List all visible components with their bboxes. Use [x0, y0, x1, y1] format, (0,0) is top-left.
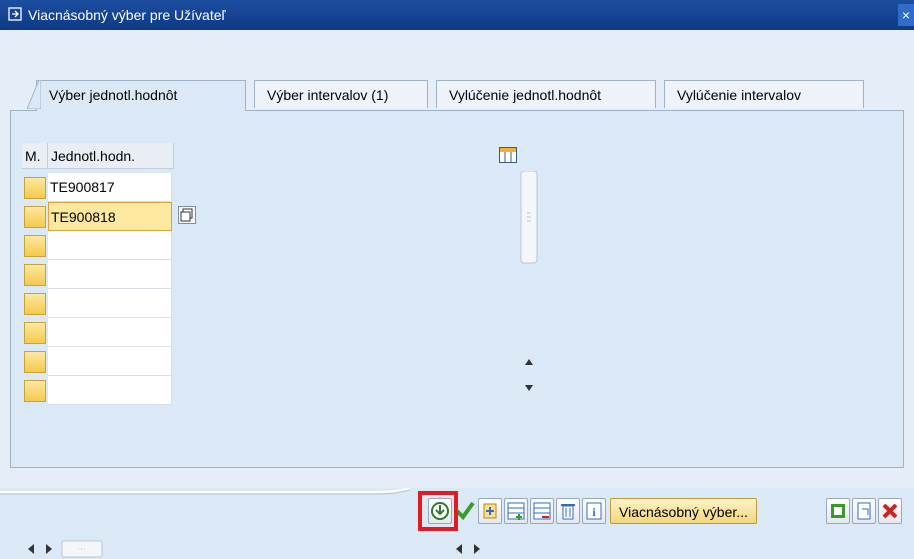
cancel-icon [882, 503, 898, 519]
delete-row-button[interactable] [530, 498, 554, 524]
value-cell[interactable] [48, 347, 172, 376]
table-row [22, 289, 174, 318]
row-selector[interactable] [24, 235, 46, 257]
value-cell[interactable] [48, 289, 172, 318]
window-titlebar: Viacnásobný výber pre Užívateľ × [0, 0, 914, 30]
highlight-box [418, 491, 458, 531]
close-button[interactable]: × [898, 4, 914, 26]
add-row-icon [507, 502, 525, 520]
value-column-header[interactable]: Jednotl.hodn. [48, 143, 174, 169]
select-column-header: M. [22, 143, 48, 169]
vertical-scrollbar[interactable] [519, 170, 539, 401]
scroll-up-icon [525, 359, 533, 365]
tab-single-values-label: Výber jednotl.hodnôt [49, 87, 178, 103]
horizontal-scrollbar-left[interactable] [22, 539, 492, 559]
table-row [22, 376, 174, 405]
insert-line-icon [483, 503, 497, 519]
table-row [22, 231, 174, 260]
row-selector[interactable] [24, 177, 46, 199]
column-settings-icon[interactable] [499, 147, 517, 163]
tab-exclude-ranges-label: Vylúčenie intervalov [677, 87, 801, 103]
info-icon: i [586, 502, 602, 520]
tab-ranges[interactable]: Výber intervalov (1) [254, 80, 428, 108]
insert-line-button[interactable] [478, 498, 502, 524]
row-selector[interactable] [24, 322, 46, 344]
table-row [22, 260, 174, 289]
value-cell[interactable] [48, 231, 172, 260]
row-selector[interactable] [24, 293, 46, 315]
trash-icon [561, 504, 575, 520]
cancel-button[interactable] [878, 498, 902, 524]
row-selector[interactable] [24, 264, 46, 286]
table-row: TE900817 [22, 173, 174, 202]
add-row-button[interactable] [504, 498, 528, 524]
window-icon [8, 7, 22, 21]
import-button[interactable] [852, 498, 876, 524]
table-row: TE900818 [22, 202, 174, 231]
import-icon [857, 502, 871, 520]
scroll-down-icon [525, 385, 533, 391]
tab-exclude-ranges[interactable]: Vylúčenie intervalov [664, 80, 864, 108]
row-selector[interactable] [24, 351, 46, 373]
value-cell[interactable]: TE900817 [48, 173, 172, 202]
value-cell[interactable] [48, 376, 172, 405]
copy-icon [831, 504, 845, 518]
delete-row-icon [533, 502, 551, 520]
multiple-selection-button[interactable]: Viacnásobný výber... [610, 498, 757, 524]
info-button[interactable]: i [582, 498, 606, 524]
row-selector[interactable] [24, 380, 46, 402]
value-help-icon[interactable] [178, 206, 196, 224]
delete-all-button[interactable] [556, 498, 580, 524]
tab-single-values[interactable]: Výber jednotl.hodnôt [27, 80, 246, 111]
value-cell[interactable] [48, 318, 172, 347]
value-cell-active[interactable]: TE900818 [48, 202, 172, 231]
tab-ranges-label: Výber intervalov (1) [267, 87, 389, 103]
row-selector[interactable] [24, 206, 46, 228]
tab-exclude-single[interactable]: Vylúčenie jednotl.hodnôt [436, 80, 656, 108]
values-table: M. Jednotl.hodn. TE900817 TE900818 [22, 143, 538, 558]
table-row [22, 347, 174, 376]
tab-exclude-single-label: Vylúčenie jednotl.hodnôt [449, 87, 602, 103]
copy-button[interactable] [826, 498, 850, 524]
value-cell[interactable] [48, 260, 172, 289]
table-row [22, 318, 174, 347]
window-title: Viacnásobný výber pre Užívateľ [28, 7, 226, 23]
